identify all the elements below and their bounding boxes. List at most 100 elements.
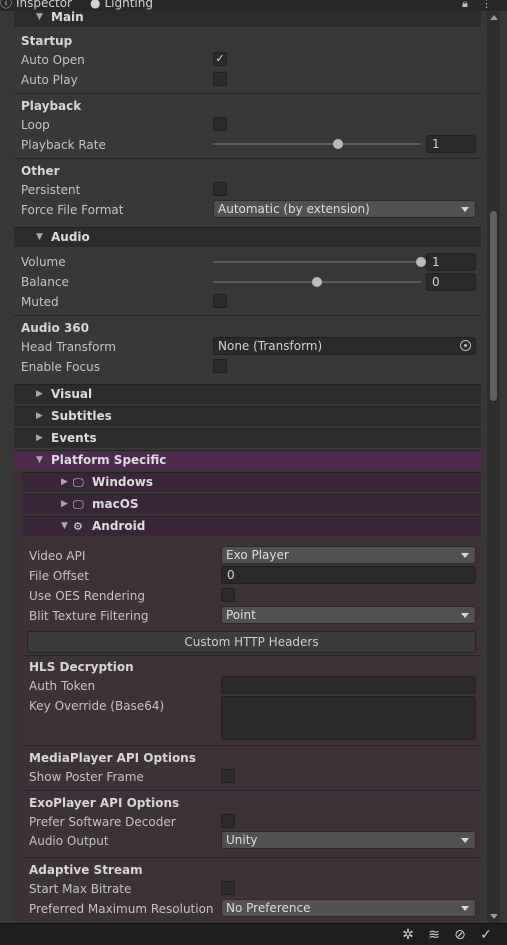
- show-poster-frame-checkbox[interactable]: [221, 769, 235, 783]
- group-adaptive-stream: Adaptive Stream: [29, 863, 143, 877]
- auto-open-checkbox[interactable]: ✓: [213, 52, 227, 66]
- vertical-scrollbar[interactable]: [487, 11, 500, 923]
- chevron-down-icon: [461, 553, 469, 558]
- section-visual[interactable]: ▶ Visual: [14, 384, 481, 404]
- use-oes-rendering-checkbox[interactable]: [221, 588, 235, 602]
- playback-rate-slider-knob[interactable]: [332, 139, 343, 149]
- tab-lighting[interactable]: ● Lighting: [90, 0, 153, 11]
- audio-output-label: Audio Output: [29, 834, 109, 848]
- chevron-down-icon: [461, 838, 469, 843]
- video-api-value: Exo Player: [226, 548, 289, 562]
- object-picker-icon[interactable]: [460, 340, 471, 351]
- lock-icon[interactable]: 🔒︎: [462, 0, 468, 11]
- head-transform-label: Head Transform: [21, 340, 116, 354]
- playback-rate-slider-track[interactable]: [213, 143, 421, 145]
- section-macos-label: macOS: [92, 497, 139, 511]
- blit-texture-filtering-dropdown[interactable]: Point: [221, 606, 476, 624]
- chevron-right-icon: ▶: [61, 499, 68, 509]
- head-transform-value: None (Transform): [218, 339, 323, 353]
- section-windows-label: Windows: [92, 475, 153, 489]
- section-subtitles-label: Subtitles: [51, 409, 112, 423]
- balance-field[interactable]: 0: [426, 273, 476, 291]
- start-max-bitrate-checkbox[interactable]: [221, 881, 235, 895]
- section-main[interactable]: ▼ Main: [14, 11, 481, 27]
- playback-rate-label: Playback Rate: [21, 138, 106, 152]
- loop-checkbox[interactable]: [213, 117, 227, 131]
- muted-checkbox[interactable]: [213, 294, 227, 308]
- auth-token-field[interactable]: [221, 676, 476, 694]
- chevron-down-icon: ▼: [36, 455, 43, 465]
- more-menu-icon[interactable]: ⋮: [481, 0, 492, 11]
- muted-label: Muted: [21, 295, 59, 309]
- section-events[interactable]: ▶ Events: [14, 428, 481, 448]
- force-file-format-value: Automatic (by extension): [218, 202, 370, 216]
- group-other: Other: [21, 164, 60, 178]
- section-android[interactable]: ▼ ⚙︎ Android: [22, 516, 481, 536]
- playback-rate-field[interactable]: 1: [426, 135, 476, 153]
- force-file-format-dropdown[interactable]: Automatic (by extension): [213, 200, 476, 218]
- head-transform-field[interactable]: None (Transform): [213, 337, 476, 355]
- file-offset-field[interactable]: 0: [221, 566, 476, 584]
- audio-output-dropdown[interactable]: Unity: [221, 831, 476, 849]
- chevron-down-icon: [461, 207, 469, 212]
- check-circle-icon[interactable]: ✓: [477, 926, 495, 944]
- start-max-bitrate-label: Start Max Bitrate: [29, 882, 132, 896]
- blit-texture-filtering-label: Blit Texture Filtering: [29, 609, 149, 623]
- balance-label: Balance: [21, 275, 69, 289]
- auto-play-checkbox[interactable]: [213, 72, 227, 86]
- auth-token-label: Auth Token: [29, 679, 96, 693]
- status-bar: ✲ ≋ ⊘ ✓: [0, 923, 507, 945]
- chevron-right-icon: ▶: [36, 389, 43, 399]
- chevron-down-icon: ▼: [36, 12, 43, 22]
- android-icon: ⚙︎: [73, 520, 83, 533]
- prefer-software-decoder-checkbox[interactable]: [221, 814, 235, 828]
- custom-http-headers-button[interactable]: Custom HTTP Headers: [27, 631, 476, 653]
- file-offset-label: File Offset: [29, 569, 89, 583]
- group-startup: Startup: [21, 34, 73, 48]
- video-api-label: Video API: [29, 549, 86, 563]
- balance-slider-knob[interactable]: [312, 277, 322, 287]
- key-override-textarea[interactable]: [221, 696, 476, 740]
- section-main-label: Main: [51, 11, 84, 24]
- tab-lighting-label: Lighting: [104, 0, 153, 10]
- section-windows[interactable]: ▶ 🖵︎ Windows: [22, 472, 481, 492]
- divider: [14, 158, 481, 159]
- volume-slider-track[interactable]: [213, 261, 421, 263]
- enable-focus-label: Enable Focus: [21, 360, 100, 374]
- audio-output-value: Unity: [226, 833, 258, 847]
- debug-bug-icon[interactable]: ✲: [399, 926, 417, 944]
- section-events-label: Events: [51, 431, 97, 445]
- section-subtitles[interactable]: ▶ Subtitles: [14, 406, 481, 426]
- enable-focus-checkbox[interactable]: [213, 359, 227, 373]
- group-mediaplayer-api-options: MediaPlayer API Options: [29, 751, 196, 765]
- scroll-up-icon[interactable]: [490, 15, 498, 20]
- tab-bar: ⓘ Inspector ● Lighting 🔒︎ ⋮: [0, 0, 507, 11]
- blit-texture-filtering-value: Point: [226, 608, 256, 622]
- divider: [22, 857, 481, 858]
- section-visual-label: Visual: [51, 387, 93, 401]
- section-macos[interactable]: ▶ 🖵︎ macOS: [22, 494, 481, 514]
- preferred-maximum-resolution-value: No Preference: [226, 901, 311, 915]
- chevron-right-icon: ▶: [36, 411, 43, 421]
- layers-icon[interactable]: ≋: [425, 926, 443, 944]
- group-hls-decryption: HLS Decryption: [29, 660, 134, 674]
- chevron-down-icon: ▼: [61, 521, 68, 531]
- volume-field[interactable]: 1: [426, 253, 476, 271]
- video-api-dropdown[interactable]: Exo Player: [221, 546, 476, 564]
- preferred-maximum-resolution-dropdown[interactable]: No Preference: [221, 899, 476, 917]
- tab-inspector[interactable]: ⓘ Inspector: [0, 0, 72, 11]
- scroll-down-icon[interactable]: [490, 914, 498, 919]
- section-platform-label: Platform Specific: [51, 453, 167, 467]
- divider: [22, 745, 481, 746]
- chevron-down-icon: [461, 906, 469, 911]
- persistent-checkbox[interactable]: [213, 182, 227, 196]
- section-platform-specific[interactable]: ▼ Platform Specific: [14, 450, 481, 470]
- scrollbar-thumb[interactable]: [490, 211, 497, 401]
- loop-label: Loop: [21, 118, 50, 132]
- preferred-maximum-resolution-label: Preferred Maximum Resolution: [29, 902, 214, 916]
- volume-slider-knob[interactable]: [416, 257, 426, 267]
- no-debug-icon[interactable]: ⊘: [451, 926, 469, 944]
- use-oes-rendering-label: Use OES Rendering: [29, 589, 145, 603]
- divider: [22, 790, 481, 791]
- section-audio[interactable]: ▼ Audio: [14, 227, 481, 247]
